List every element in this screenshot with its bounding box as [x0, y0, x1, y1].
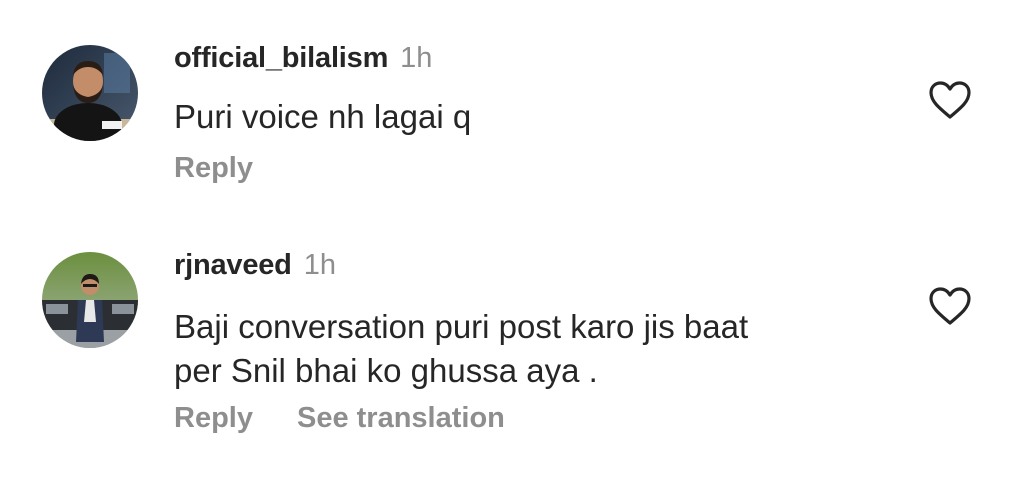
- comment-actions: Reply See translation: [174, 402, 505, 435]
- heart-outline-icon: [929, 81, 971, 119]
- reply-button[interactable]: Reply: [174, 402, 253, 435]
- timestamp: 1h: [400, 42, 433, 74]
- username[interactable]: official_bilalism: [174, 42, 388, 75]
- profile-photo-icon: [42, 252, 138, 348]
- see-translation-button[interactable]: See translation: [297, 402, 505, 435]
- comment-text: Puri voice nh lagai q: [174, 98, 472, 135]
- username[interactable]: rjnaveed: [174, 249, 292, 282]
- heart-outline-icon: [929, 287, 971, 325]
- comment-text-line: per Snil bhai ko ghussa aya .: [174, 352, 598, 389]
- reply-button[interactable]: Reply: [174, 152, 253, 185]
- avatar[interactable]: [42, 45, 138, 141]
- timestamp: 1h: [303, 249, 336, 281]
- avatar[interactable]: [42, 252, 138, 348]
- comment-actions: Reply: [174, 152, 253, 185]
- like-button[interactable]: [928, 80, 972, 120]
- comment-item: rjnaveed 1h Baji conversation puri post …: [0, 230, 1024, 483]
- like-button[interactable]: [928, 286, 972, 326]
- comment-meta: official_bilalism 1h: [174, 42, 432, 75]
- comment-item: official_bilalism 1h Puri voice nh lagai…: [0, 0, 1024, 230]
- comment-meta: rjnaveed 1h: [174, 249, 336, 282]
- profile-photo-icon: [42, 45, 138, 141]
- comment-text: Baji conversation puri post karo jis baa…: [174, 305, 874, 393]
- comment-text-line: Baji conversation puri post karo jis baa…: [174, 308, 749, 345]
